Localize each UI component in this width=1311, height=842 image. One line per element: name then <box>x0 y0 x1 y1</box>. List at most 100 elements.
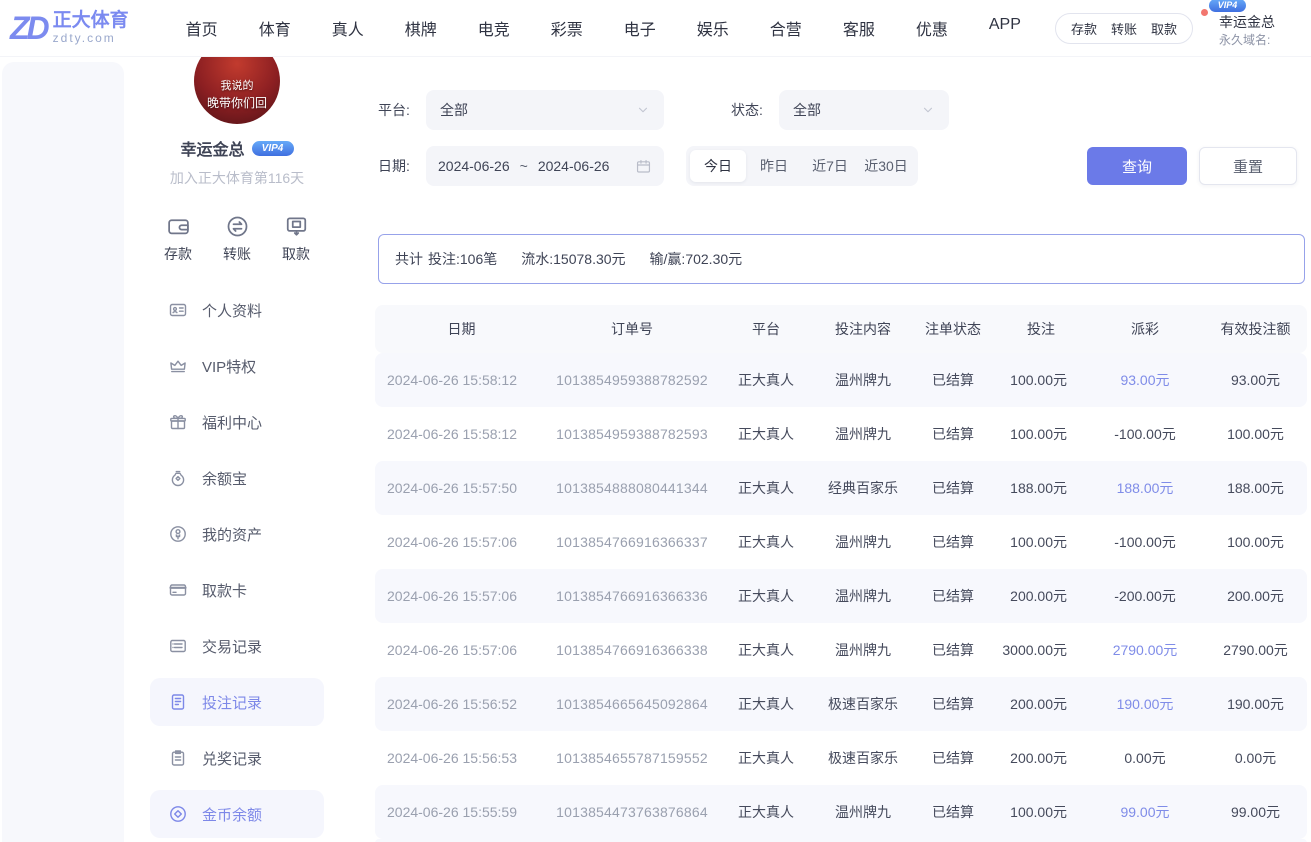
table-row[interactable]: 2024-06-26 15:57:06 1013854766916366337 … <box>375 515 1307 569</box>
date-tab[interactable]: 近30日 <box>858 150 914 182</box>
transaction-list-icon <box>168 636 188 656</box>
table-row[interactable]: 2024-06-26 15:57:06 1013854766916366338 … <box>375 623 1307 677</box>
logo-mark-icon: ZD <box>10 12 53 44</box>
nav-item[interactable]: 彩票 <box>551 16 583 40</box>
table-row[interactable]: 2024-06-26 15:56:52 1013854665645092864 … <box>375 677 1307 731</box>
status-select[interactable]: 全部 <box>779 90 949 130</box>
column-header: 订单号 <box>548 319 716 339</box>
main-content: 平台: 全部 状态: 全部 日期: 2024-06-26 ~ 2024-06-2… <box>350 56 1311 842</box>
summary-item: 流水:15078.30元 <box>521 251 625 267</box>
nav-item[interactable]: 首页 <box>186 16 218 40</box>
date-tab[interactable]: 近7日 <box>802 150 858 182</box>
cell-bet-amount: 200.00元 <box>996 748 1086 768</box>
avatar-caption-line1: 我说的 <box>221 77 254 93</box>
cell-date: 2024-06-26 15:57:06 <box>375 534 548 550</box>
nav-item[interactable]: 客服 <box>843 16 875 40</box>
summary-item: 输/赢:702.30元 <box>650 251 743 267</box>
nav-item[interactable]: 体育 <box>259 16 291 40</box>
nav-item[interactable]: 棋牌 <box>405 16 437 40</box>
cell-order-number: 1013854473763876864 <box>548 804 716 820</box>
cell-bet-amount: 100.00元 <box>996 532 1086 552</box>
avatar-caption-line2: 晚带你们回 <box>207 94 267 111</box>
date-range-input[interactable]: 2024-06-26 ~ 2024-06-26 <box>426 146 664 186</box>
quick-link[interactable]: 取款 <box>282 214 310 264</box>
nav-item[interactable]: 电竞 <box>478 16 510 40</box>
table-row[interactable]: 2024-06-26 15:56:53 1013854655787159552 … <box>375 731 1307 785</box>
join-days-text: 加入正大体育第116天 <box>124 168 350 188</box>
date-tab[interactable]: 昨日 <box>746 150 802 182</box>
cell-bet-content: 温州牌九 <box>816 532 910 552</box>
cell-platform: 正大真人 <box>716 694 816 714</box>
transfer-icon <box>225 214 250 239</box>
cell-bet-content: 温州牌九 <box>816 586 910 606</box>
quick-link[interactable]: 存款 <box>164 214 192 264</box>
redeem-record-icon <box>168 748 188 768</box>
nav-item[interactable]: 真人 <box>332 16 364 40</box>
sidebar-menu-item[interactable]: 个人资料 <box>150 286 324 334</box>
quick-link[interactable]: 转账 <box>223 214 251 264</box>
cell-payout: -100.00元 <box>1086 424 1204 444</box>
platform-select[interactable]: 全部 <box>426 90 664 130</box>
vip-badge: VIP4 <box>1209 0 1246 12</box>
table-body: 2024-06-26 15:58:12 1013854959388782592 … <box>375 353 1307 839</box>
date-filter-label: 日期: <box>378 156 426 176</box>
sidebar-menu-item[interactable]: 金币余额 <box>150 790 324 838</box>
site-logo[interactable]: ZD 正大体育 zdty.com <box>10 11 129 45</box>
sidebar-menu-item[interactable]: 福利中心 <box>150 398 324 446</box>
chevron-down-icon <box>636 103 650 117</box>
table-row[interactable]: 2024-06-26 15:57:06 1013854766916366336 … <box>375 569 1307 623</box>
atm-icon <box>284 214 309 239</box>
cell-status: 已结算 <box>910 478 996 498</box>
profile-avatar[interactable]: 我说的 晚带你们回 <box>194 56 280 124</box>
cell-bet-amount: 200.00元 <box>996 694 1086 714</box>
sidebar-menu-item[interactable]: 兑奖记录 <box>150 734 324 782</box>
nav-item[interactable]: 合营 <box>770 16 802 40</box>
cell-order-number: 1013854766916366337 <box>548 534 716 550</box>
column-header: 平台 <box>716 319 816 339</box>
calendar-icon <box>635 158 652 175</box>
table-row[interactable]: 2024-06-26 15:57:50 1013854888080441344 … <box>375 461 1307 515</box>
column-header: 日期 <box>375 319 548 339</box>
cell-order-number: 1013854959388782592 <box>548 372 716 388</box>
column-header: 注单状态 <box>910 319 996 339</box>
quick-action-link[interactable]: 转账 <box>1111 19 1137 38</box>
quick-action-link[interactable]: 存款 <box>1071 19 1097 38</box>
cell-platform: 正大真人 <box>716 424 816 444</box>
cell-platform: 正大真人 <box>716 370 816 390</box>
quick-action-link[interactable]: 取款 <box>1151 19 1177 38</box>
reset-button[interactable]: 重置 <box>1199 147 1297 185</box>
table-row[interactable]: 2024-06-26 15:58:12 1013854959388782593 … <box>375 407 1307 461</box>
sidebar-menu-item[interactable]: 交易记录 <box>150 622 324 670</box>
sidebar-menu-item[interactable]: VIP特权 <box>150 342 324 390</box>
column-header: 派彩 <box>1086 319 1204 339</box>
filters-panel: 平台: 全部 状态: 全部 日期: 2024-06-26 ~ 2024-06-2… <box>350 56 1311 186</box>
sidebar-menu-item[interactable]: 投注记录 <box>150 678 324 726</box>
cell-status: 已结算 <box>910 694 996 714</box>
cell-valid-amount: 188.00元 <box>1204 478 1307 498</box>
status-filter-label: 状态: <box>731 100 779 120</box>
search-button[interactable]: 查询 <box>1087 147 1187 185</box>
nav-item[interactable]: APP <box>989 16 1021 40</box>
cell-status: 已结算 <box>910 424 996 444</box>
date-tab[interactable]: 今日 <box>690 150 746 182</box>
crown-icon <box>168 356 188 376</box>
table-row[interactable]: 2024-06-26 15:58:12 1013854959388782592 … <box>375 353 1307 407</box>
header-user[interactable]: VIP4 幸运金总 永久域名: <box>1211 7 1311 50</box>
sidebar-menu-item[interactable]: 余额宝 <box>150 454 324 502</box>
sidebar-menu-item[interactable]: 我的资产 <box>150 510 324 558</box>
cell-valid-amount: 0.00元 <box>1204 748 1307 768</box>
cell-order-number: 1013854766916366336 <box>548 588 716 604</box>
cell-date: 2024-06-26 15:57:50 <box>375 480 548 496</box>
sidebar: 我说的 晚带你们回 幸运金总 VIP4 加入正大体育第116天 存款 转账 取款 <box>124 56 350 842</box>
cell-date: 2024-06-26 15:56:53 <box>375 750 548 766</box>
cell-payout: -100.00元 <box>1086 532 1204 552</box>
nav-item[interactable]: 电子 <box>624 16 656 40</box>
column-header: 投注 <box>996 319 1086 339</box>
sidebar-menu-item[interactable]: 取款卡 <box>150 566 324 614</box>
cell-bet-amount: 188.00元 <box>996 478 1086 498</box>
cell-status: 已结算 <box>910 640 996 660</box>
nav-item[interactable]: 娱乐 <box>697 16 729 40</box>
cell-status: 已结算 <box>910 370 996 390</box>
nav-item[interactable]: 优惠 <box>916 16 948 40</box>
table-row[interactable]: 2024-06-26 15:55:59 1013854473763876864 … <box>375 785 1307 839</box>
